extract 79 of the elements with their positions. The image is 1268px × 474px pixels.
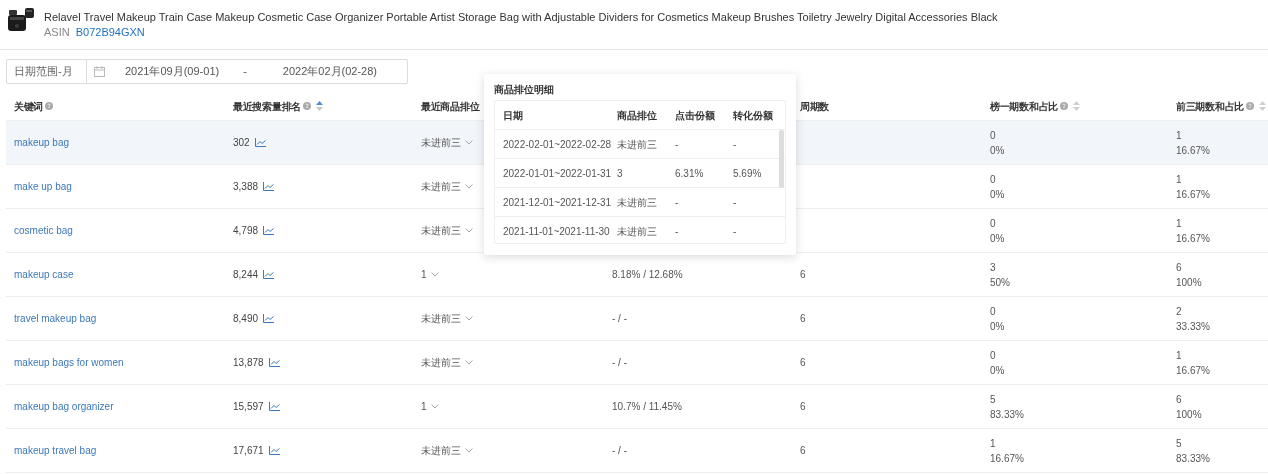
column-header: 点击份额 [675, 109, 715, 121]
table-cell: 2021-12-01~2021-12-31 [503, 196, 612, 208]
table-cell-text: 8,244 [233, 268, 259, 282]
table-cell-text: 0 [990, 348, 997, 363]
table-cell: - [675, 225, 679, 237]
table-cell: 2021-11-01~2021-11-30 [503, 225, 610, 237]
table-cell-text: 1 [1176, 216, 1183, 231]
product-title: Relavel Travel Makeup Train Case Makeup Cosmetic Case Organizer Portable Artist Storage Bag with Adjustable Dividers for Cosmetics Makeup Brushes Toiletry Jewelry Digital Accessories Black [44, 10, 998, 25]
column-header: 日期 [503, 109, 523, 121]
table-cell-text: 302 [233, 136, 250, 150]
table-cell-text: 1 [990, 436, 997, 451]
table-cell-text: 50% [990, 275, 1011, 290]
table-cell-text: 17,671 [233, 444, 264, 458]
table-cell-text: 4,798 [233, 224, 259, 238]
column-header: 前三期数和占比 [1176, 99, 1244, 114]
table-cell-text: 13,878 [233, 356, 264, 370]
table-cell-text: 16.67% [1176, 187, 1211, 202]
table-cell-text: 1 [1176, 172, 1183, 187]
table-cell-text: 0 [990, 172, 997, 187]
column-header: 最近搜索量排名 [233, 99, 301, 114]
table-cell: 6 [800, 269, 806, 280]
table-cell-text: 33.33% [1176, 319, 1211, 334]
table-cell-text: 6 [1176, 260, 1183, 275]
table-cell: 8.18% / 12.68% [612, 269, 683, 280]
table-cell: - [675, 138, 679, 150]
table-cell-text: 5 [1176, 436, 1183, 451]
table-cell-text: 5 [990, 392, 997, 407]
column-header: 商品排位 [617, 109, 657, 121]
table-cell: 5.69% [733, 167, 762, 179]
table-cell-text: 15,597 [233, 400, 264, 414]
table-cell-text: 0 [990, 128, 997, 143]
table-cell: 未进前三 [617, 138, 657, 150]
table-cell: - [733, 225, 737, 237]
table-cell-text: 16.67% [990, 451, 1025, 466]
table-cell: 10.7% / 11.45% [612, 401, 682, 412]
table-cell: - / - [612, 357, 627, 368]
table-cell-text: 0% [990, 319, 1006, 334]
table-cell-text: 6 [1176, 392, 1183, 407]
table-cell: 2022-01-01~2022-01-31 [503, 167, 612, 179]
table-cell: - [733, 196, 737, 208]
table-cell: 6.31% [675, 167, 704, 179]
table-cell-text: 83.33% [1176, 451, 1211, 466]
asin-label: ASIN [44, 25, 70, 40]
table-cell: 未进前三 [617, 196, 657, 208]
table-cell: 未进前三 [617, 225, 657, 237]
table-cell: 6 [800, 357, 806, 368]
table-cell-text: 1 [1176, 128, 1183, 143]
popover-title: 商品排位明细 [494, 83, 555, 97]
column-header: 最近商品排位 [421, 99, 480, 114]
table-cell-text: 8,490 [233, 312, 259, 326]
table-cell: - [733, 138, 737, 150]
column-header: 关键词 [14, 99, 44, 114]
table-cell: - / - [612, 445, 627, 456]
table-cell-text: 16.67% [1176, 143, 1211, 158]
column-header: 榜一期数和占比 [990, 99, 1058, 114]
table-cell-text: 0 [990, 304, 997, 319]
table-cell-text: 0% [990, 363, 1006, 378]
table-cell-text: 0% [990, 143, 1006, 158]
table-cell: - / - [612, 313, 627, 324]
table-cell-text: 83.33% [990, 407, 1025, 422]
table-cell-text: 3 [990, 260, 997, 275]
table-cell: 3 [617, 167, 623, 179]
table-cell-text: 16.67% [1176, 363, 1211, 378]
column-header: 转化份额 [733, 109, 773, 121]
table-cell-text: 0% [990, 187, 1006, 202]
table-cell-text: 3,388 [233, 180, 259, 194]
table-cell: 6 [800, 313, 806, 324]
table-cell-text: 1 [1176, 348, 1183, 363]
table-cell-text: 100% [1176, 275, 1203, 290]
table-cell: 2022-02-01~2022-02-28 [503, 138, 612, 150]
table-cell-text: 0 [990, 216, 997, 231]
table-cell-text: 0% [990, 231, 1006, 246]
table-cell-text: 100% [1176, 407, 1203, 422]
table-cell: - [675, 196, 679, 208]
table-cell-text: 16.67% [1176, 231, 1211, 246]
table-cell: 6 [800, 401, 806, 412]
column-header: 周期数 [800, 99, 830, 114]
table-cell: 6 [800, 445, 806, 456]
table-cell-text: 2 [1176, 304, 1183, 319]
